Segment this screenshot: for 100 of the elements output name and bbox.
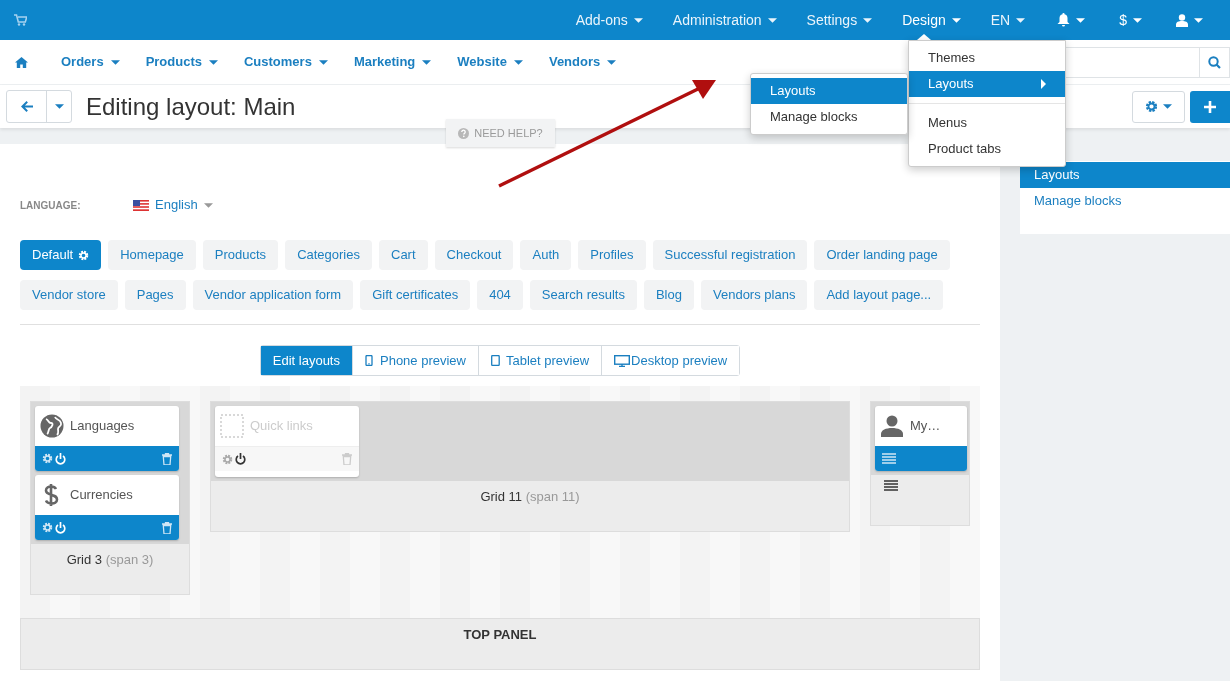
block-title: Currencies — [70, 486, 133, 505]
monitor-icon — [614, 354, 631, 367]
nav-item[interactable]: Orders — [48, 52, 133, 72]
caret-icon — [1163, 104, 1172, 109]
caret-icon — [607, 59, 617, 65]
sidebar-item[interactable]: Manage blocks — [1020, 188, 1230, 214]
help-tab[interactable]: NEED HELP? — [446, 119, 555, 147]
layout-tab[interactable]: Products — [202, 240, 279, 270]
sidebar-item[interactable]: Layouts — [1020, 162, 1230, 188]
layout-tab[interactable]: 404 — [477, 280, 523, 310]
caret-icon — [1194, 17, 1203, 23]
menu-item[interactable]: Settings — [791, 0, 888, 40]
globe-icon — [40, 414, 64, 438]
lines-icon — [884, 480, 898, 491]
caret-icon — [1133, 17, 1142, 23]
caret-icon — [1076, 17, 1086, 23]
grid-label: Grid 3 (span 3) — [65, 551, 155, 569]
block-title: Languages — [70, 417, 135, 436]
tablet-icon — [491, 355, 500, 366]
page-title: Editing layout: Main — [86, 91, 296, 122]
view-tab[interactable]: Desktop preview — [601, 346, 740, 375]
layout-tab[interactable]: Categories — [285, 240, 372, 270]
panel-title: TOP PANEL — [463, 626, 537, 644]
layout-tab[interactable]: Search results — [529, 280, 637, 310]
layout-tab[interactable]: Pages — [124, 280, 186, 310]
phone-icon — [365, 355, 374, 366]
bell-icon — [1057, 13, 1071, 27]
gear-icon — [1145, 100, 1158, 113]
caret-icon — [422, 59, 432, 65]
nav-item[interactable]: Customers — [231, 52, 341, 72]
layout-tab[interactable]: Blog — [643, 280, 694, 310]
nav-item[interactable]: Vendors — [535, 52, 630, 72]
lines-icon — [882, 453, 896, 464]
layout-tab[interactable]: Cart — [379, 240, 428, 270]
question-icon — [458, 127, 470, 139]
flag-icon — [133, 199, 149, 211]
menu-entry[interactable]: Layouts — [909, 71, 1065, 97]
nav-item[interactable]: Marketing — [340, 52, 445, 72]
layout-tab[interactable]: Vendors plans — [701, 280, 808, 310]
caret-icon — [1016, 17, 1026, 23]
block-card[interactable]: Languages — [35, 406, 179, 471]
menu-item[interactable]: Administration — [657, 0, 792, 40]
caret-icon — [209, 59, 218, 65]
menu-entry[interactable]: Product tabs — [909, 136, 1065, 162]
menu-entry[interactable]: Layouts — [751, 78, 907, 104]
menu-item[interactable]: EN — [975, 0, 1041, 40]
menu-entry[interactable]: Manage blocks — [751, 104, 907, 130]
help-label: NEED HELP? — [474, 125, 543, 141]
grid-label: Grid 11 (span 11) — [479, 488, 581, 506]
caret-icon — [54, 104, 64, 109]
back-arrow-icon — [20, 101, 33, 112]
language-label: LANGUAGE: — [20, 198, 82, 213]
view-tab[interactable]: Edit layouts — [260, 346, 352, 375]
settings-button[interactable] — [1132, 90, 1185, 123]
person-icon — [880, 414, 904, 438]
block-card[interactable]: My… — [875, 406, 967, 471]
language-dropdown[interactable]: English — [133, 195, 213, 215]
layout-tab[interactable]: Vendor application form — [192, 280, 354, 310]
layout-tab[interactable]: Vendor store — [20, 280, 118, 310]
menu-entry[interactable]: Themes — [909, 45, 1065, 71]
caret-icon — [863, 17, 873, 23]
nav-item[interactable]: Products — [132, 52, 231, 72]
caret-icon — [767, 17, 777, 23]
cart-icon — [14, 14, 27, 26]
menu-entry[interactable]: Menus — [909, 110, 1065, 136]
add-button[interactable] — [1190, 90, 1230, 123]
plus-icon — [1204, 100, 1216, 113]
block-card[interactable]: Currencies — [35, 475, 179, 540]
submenu-caret-icon — [1041, 79, 1046, 89]
search-icon — [1208, 55, 1221, 69]
menu-item[interactable]: Add-ons — [560, 0, 658, 40]
gear-icon — [42, 522, 53, 533]
power-icon — [55, 521, 66, 534]
layout-tab[interactable]: Homepage — [108, 240, 196, 270]
power-icon — [235, 453, 246, 465]
home-button[interactable] — [15, 56, 28, 68]
gear-icon — [222, 453, 233, 465]
trash-icon — [342, 453, 352, 465]
layout-tab[interactable]: Checkout — [434, 240, 514, 270]
layout-tab[interactable]: Order landing page — [814, 240, 950, 270]
currency-menu-button[interactable]: $ — [1102, 0, 1159, 40]
trash-icon — [162, 521, 172, 534]
layout-tab[interactable]: Auth — [520, 240, 572, 270]
power-icon — [55, 452, 66, 465]
user-icon — [1176, 13, 1188, 27]
trash-icon — [162, 452, 172, 465]
layout-tab[interactable]: Default — [20, 240, 102, 270]
layout-tab[interactable]: Profiles — [578, 240, 646, 270]
layout-tab[interactable]: Gift certificates — [360, 280, 471, 310]
caret-icon — [110, 59, 120, 65]
block-title: My… — [910, 417, 941, 436]
menu-item[interactable]: Design — [887, 0, 976, 40]
home-icon — [15, 56, 28, 68]
layout-tab[interactable]: Successful registration — [652, 240, 808, 270]
caret-icon — [203, 202, 213, 208]
caret-icon — [951, 17, 961, 23]
add-layout-page-button[interactable]: Add layout page... — [814, 280, 944, 310]
nav-item[interactable]: Website — [444, 52, 536, 72]
caret-icon — [318, 59, 328, 65]
dashed-square-icon — [220, 414, 244, 438]
